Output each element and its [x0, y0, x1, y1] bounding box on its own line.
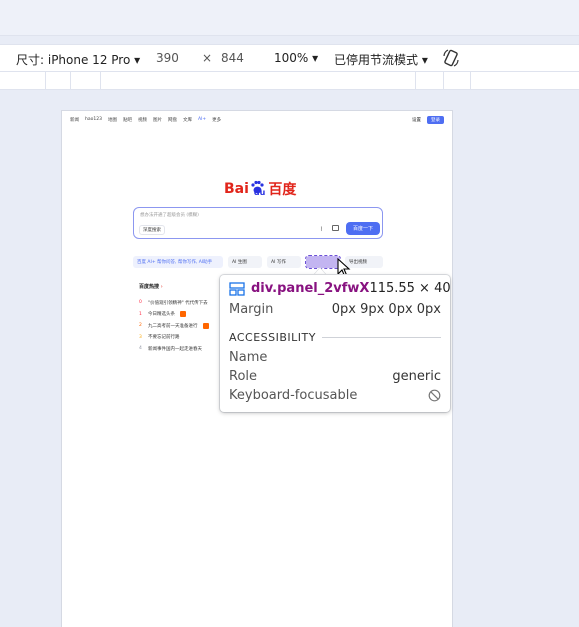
list-item[interactable]: 0 "价值观引领精神" 代代传下去	[139, 297, 209, 309]
throttle-label: 已停用节流模式	[334, 53, 419, 67]
times-icon: ×	[202, 51, 213, 65]
search-input[interactable]: 想办法开通了超级会员 (模糊)	[140, 212, 199, 218]
a11y-role-row: Role generic	[229, 369, 441, 384]
chevron-down-icon: ▾	[312, 51, 319, 65]
hot-search-title[interactable]: 百度热搜 ›	[139, 283, 163, 290]
margin-label: Margin	[229, 302, 274, 317]
rank: 1	[139, 311, 142, 317]
margin-value: 0px 9px 0px 0px	[331, 302, 441, 317]
rank: 2	[139, 323, 142, 329]
a11y-focus-label: Keyboard-focusable	[229, 388, 358, 403]
device-toolbar: 尺寸: iPhone 12 Pro ▾ 390 × 844 100% ▾ 已停用…	[0, 44, 579, 72]
logo-text-bai: Bai	[224, 181, 249, 197]
device-select[interactable]: 尺寸: iPhone 12 Pro ▾	[16, 51, 140, 68]
element-selector: div.panel_2vfwX	[229, 281, 369, 296]
baidu-logo[interactable]: Bai du 百度	[224, 179, 296, 199]
nav-item[interactable]: hao123	[85, 117, 102, 123]
chevron-down-icon: ▾	[421, 53, 428, 67]
element-name: div.panel_2vfwX	[251, 281, 370, 296]
top-nav: 新闻 hao123 地图 贴吧 视频 图片 网盘 文库 AI+ 更多	[70, 117, 221, 123]
accessibility-section: ACCESSIBILITY	[229, 331, 441, 344]
hot-text: "价值观引领精神" 代代传下去	[148, 300, 208, 306]
settings-link[interactable]: 设置	[412, 117, 421, 123]
rotate-icon[interactable]	[442, 48, 460, 71]
nav-item-ai[interactable]: AI+	[198, 117, 206, 123]
deep-search-button[interactable]: 深度搜索	[139, 225, 165, 235]
devtools-top-strip	[0, 0, 579, 36]
hot-badge-icon	[180, 311, 186, 318]
nav-item[interactable]: 贴吧	[123, 117, 132, 123]
chevron-right-icon: ›	[160, 284, 163, 290]
element-dimensions: 115.55 × 40	[369, 281, 451, 296]
nav-item[interactable]: 新闻	[70, 117, 79, 123]
divider	[321, 337, 441, 338]
chip-ai-writing[interactable]: AI 写作	[267, 256, 301, 268]
chevron-down-icon: ▾	[134, 53, 141, 67]
list-item[interactable]: 4 新闻事件国内一起走进春天	[139, 343, 209, 355]
media-query-ruler	[0, 72, 579, 90]
device-label: 尺寸: iPhone 12 Pro	[16, 53, 131, 67]
rank: 3	[139, 334, 142, 340]
search-button[interactable]: 百度一下	[346, 222, 380, 235]
width-input[interactable]: 390	[156, 51, 179, 65]
hot-text: 不要忘记前行路	[148, 335, 180, 341]
flex-layout-icon	[229, 281, 245, 296]
logo-text-cn: 百度	[268, 182, 297, 198]
hot-text: 九二高考前一天准备进行	[148, 323, 198, 329]
chip-ai-assistant[interactable]: 百度 AI+ 帮你问答, 帮你写作, AI助手	[133, 256, 223, 268]
list-item[interactable]: 1 今日精选头条	[139, 309, 209, 321]
search-box[interactable]: 想办法开通了超级会员 (模糊) 深度搜索 ⌇ 百度一下	[133, 207, 383, 239]
accessibility-title: ACCESSIBILITY	[229, 331, 316, 344]
rank: 4	[139, 346, 142, 352]
nav-item[interactable]: 图片	[153, 117, 162, 123]
height-input[interactable]: 844	[221, 51, 244, 65]
paperclip-icon[interactable]: ⌇	[320, 226, 323, 233]
chip-highlighted-panel[interactable]	[305, 255, 341, 269]
list-item[interactable]: 3 不要忘记前行路	[139, 332, 209, 344]
rank: 0	[139, 300, 142, 306]
a11y-role-value: generic	[392, 369, 441, 384]
hot-search-title-text: 百度热搜	[139, 284, 160, 290]
login-button[interactable]: 登录	[427, 116, 444, 124]
zoom-select[interactable]: 100% ▾	[274, 51, 318, 65]
a11y-name-label: Name	[229, 350, 268, 365]
hot-text: 新闻事件国内一起走进春天	[148, 346, 202, 352]
nav-item[interactable]: 视频	[138, 117, 147, 123]
nav-item[interactable]: 文库	[183, 117, 192, 123]
zoom-label: 100%	[274, 51, 309, 65]
hot-search-list: 0 "价值观引领精神" 代代传下去 1 今日精选头条 2 九二高考前一天准备进行 3不…	[139, 297, 209, 355]
logo-text-du: du	[253, 187, 266, 197]
tooltip-header: div.panel_2vfwX 115.55 × 40	[229, 281, 451, 296]
margin-row: Margin 0px 9px 0px 0px	[229, 302, 441, 317]
a11y-role-label: Role	[229, 369, 258, 384]
throttle-select[interactable]: 已停用节流模式 ▾	[334, 51, 428, 68]
hot-badge-icon	[202, 322, 209, 329]
nav-item[interactable]: 网盘	[168, 117, 177, 123]
a11y-name-row: Name	[229, 350, 441, 365]
list-item[interactable]: 2 九二高考前一天准备进行	[139, 320, 209, 332]
hot-text: 今日精选头条	[148, 312, 175, 318]
nav-item[interactable]: 地图	[108, 117, 117, 123]
inspect-tooltip: div.panel_2vfwX 115.55 × 40 Margin 0px 9…	[220, 275, 451, 412]
nav-item[interactable]: 更多	[212, 117, 221, 123]
deep-search-label: 深度搜索	[143, 228, 161, 233]
nav-right: 设置 登录	[412, 116, 444, 124]
not-allowed-icon	[428, 389, 441, 402]
image-icon[interactable]	[332, 225, 339, 231]
chip-ai-image[interactable]: AI 生图	[228, 256, 262, 268]
a11y-focus-row: Keyboard-focusable	[229, 388, 441, 403]
